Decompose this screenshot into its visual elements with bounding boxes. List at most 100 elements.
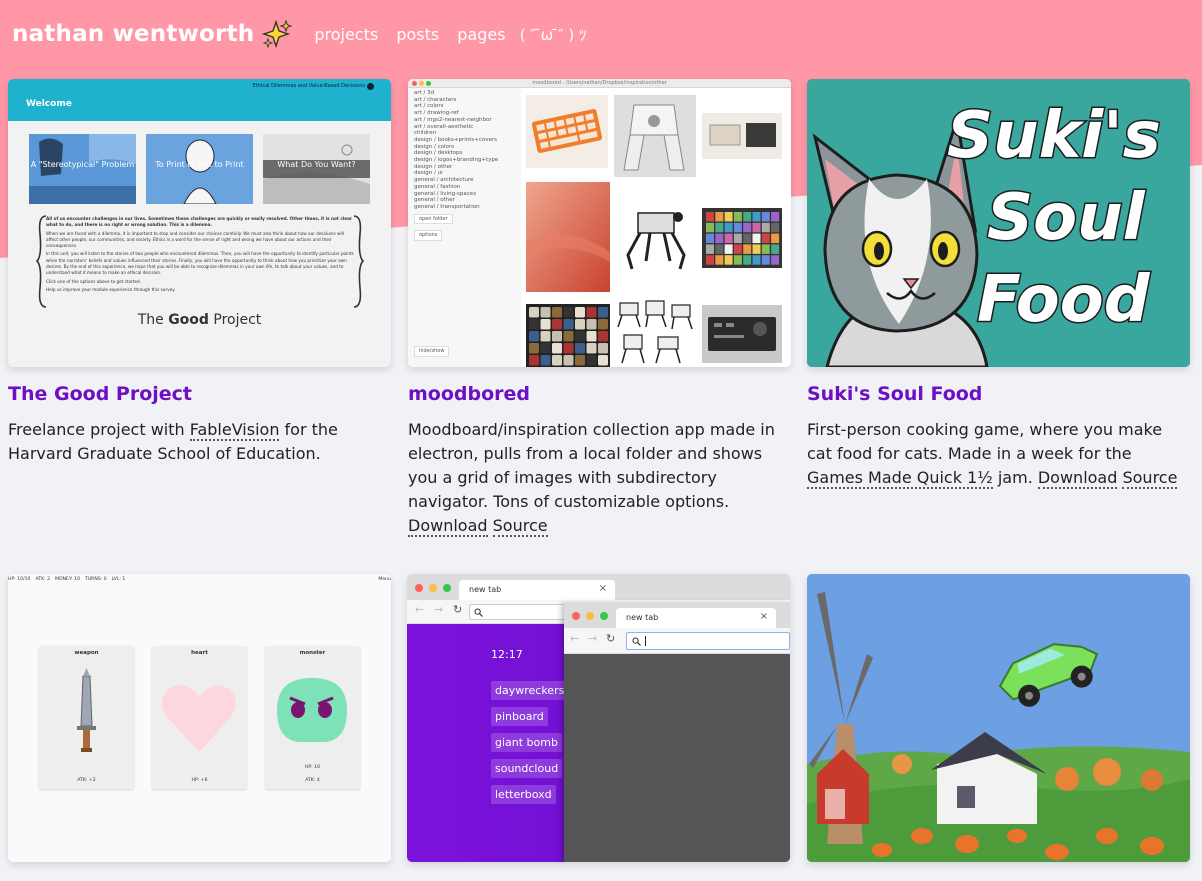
source-link[interactable]: Source [1122, 468, 1178, 489]
project-card-card-game: HP: 10/10 ATK: 2 MONEY: 10 TURNS: 0 LVL:… [8, 574, 391, 862]
nav-kaomoji[interactable]: ( ″ ̄ω ̄″ ) ﾂ [520, 26, 587, 44]
keycap [563, 355, 574, 366]
folder-item[interactable]: design / desktops [414, 150, 515, 157]
keycap [598, 343, 608, 354]
options-button[interactable]: options [414, 230, 443, 242]
jam-link[interactable]: Games Made Quick 1½ [807, 468, 993, 489]
nav-pages[interactable]: pages [457, 25, 505, 44]
project-thumbnail[interactable]: HP: 10/10 ATK: 2 MONEY: 10 TURNS: 0 LVL:… [8, 574, 391, 862]
keycap [540, 343, 551, 354]
project-title[interactable]: Suki's Soul Food [807, 383, 1190, 405]
folder-item[interactable]: general / transportation [414, 204, 515, 211]
back-arrow-icon[interactable]: ← [415, 603, 424, 616]
folder-item[interactable]: art / drawing-ref [414, 110, 515, 117]
swatch-tile [715, 255, 724, 265]
browser-tab[interactable]: new tab × [459, 580, 615, 600]
weapon-card[interactable]: weapon ATK: +2 [39, 646, 134, 789]
folder-sidebar: art / 3d art / characters art / colors art … [408, 88, 521, 367]
download-link[interactable]: Download [408, 516, 488, 537]
swatch-tile [715, 244, 724, 254]
folder-item[interactable]: art / colors [414, 103, 515, 110]
source-link[interactable]: Source [492, 516, 548, 537]
swatch-tile [724, 255, 733, 265]
keycap [598, 307, 608, 318]
swatch-tile [733, 212, 742, 222]
project-description: Freelance project with FableVision for t… [8, 420, 338, 463]
keycap [552, 331, 562, 342]
heart-card[interactable]: heart HP: +6 [152, 646, 247, 789]
project-thumbnail[interactable]: Suki's Soul Food [807, 79, 1190, 367]
folder-item[interactable]: general / fashion [414, 184, 515, 191]
reload-icon[interactable]: ↻ [453, 603, 462, 616]
thumb-intro-text: All of us encounter challenges in our li… [46, 216, 354, 292]
keycap [540, 331, 551, 342]
swatch-tile [743, 244, 752, 254]
folder-item[interactable]: art / mgs2-nearest-neighbor [414, 117, 515, 124]
swatch-tile [733, 244, 742, 254]
bookmark-link[interactable]: soundcloud [491, 759, 563, 778]
address-bar[interactable] [626, 632, 790, 650]
search-icon [474, 608, 483, 617]
nav-posts[interactable]: posts [396, 25, 439, 44]
bookmark-link[interactable]: daywreckers [491, 681, 569, 700]
swatch-tile [706, 233, 714, 244]
swatch-tile [733, 233, 742, 244]
folder-item[interactable]: design / books+prints+covers [414, 137, 515, 144]
keycap [540, 307, 551, 318]
keycap [598, 331, 608, 342]
project-card-good-project: Welcome Ethical Dilemmas and Value-Based… [8, 79, 391, 466]
close-dot-icon [415, 584, 423, 592]
swatch-tile [752, 255, 761, 265]
site-title[interactable]: nathan wentworth [12, 21, 254, 47]
folder-item[interactable]: design / logos+branding+type [414, 157, 515, 164]
keycap [563, 319, 574, 330]
reload-icon[interactable]: ↻ [606, 632, 615, 645]
folder-item[interactable]: general / architecture [414, 177, 515, 184]
folder-item[interactable]: design / colors [414, 144, 515, 151]
back-arrow-icon[interactable]: ← [570, 632, 579, 645]
thumb-corner-text: Ethical Dilemmas and Value-Based Decisio… [252, 83, 365, 89]
project-thumbnail[interactable]: Welcome Ethical Dilemmas and Value-Based… [8, 79, 391, 367]
keycap [563, 331, 574, 342]
tab-close-icon[interactable]: × [760, 611, 768, 622]
thumb-tile: To Print or Not to Print [146, 134, 253, 204]
game-menu-button[interactable]: Menu [378, 577, 391, 582]
swatch-tile [733, 255, 742, 265]
project-title[interactable]: The Good Project [8, 383, 391, 405]
folder-item[interactable]: children [414, 130, 515, 137]
monster-icon [277, 678, 347, 742]
folder-item[interactable]: art / 3d [414, 90, 515, 97]
keycap [529, 355, 539, 366]
bookmark-link[interactable]: giant bomb [491, 733, 562, 752]
tab-close-icon[interactable]: × [599, 583, 607, 594]
monster-card[interactable]: monster HP: 10 ATK: 4 [265, 646, 360, 789]
swatch-tile [752, 212, 761, 222]
open-folder-button[interactable]: open folder [414, 213, 453, 225]
keycap [575, 307, 585, 318]
project-card-sukis-soul-food: Suki's Soul Food Suki's Soul Food First-… [807, 79, 1190, 490]
bookmark-link[interactable]: letterboxd [491, 785, 556, 804]
grid-image-keycaps [526, 304, 610, 367]
fablevision-link[interactable]: FableVision [189, 420, 280, 441]
folder-item[interactable]: art / overall-aesthetic [414, 124, 515, 131]
forward-arrow-icon[interactable]: → [588, 632, 597, 645]
folder-item[interactable]: general / other [414, 197, 515, 204]
project-thumbnail[interactable]: moodbored - /Users/nathan/Dropbox/inspir… [408, 79, 791, 367]
project-thumbnail[interactable] [807, 574, 1190, 862]
keycap [575, 355, 585, 366]
keycap [575, 343, 585, 354]
project-title[interactable]: moodbored [408, 383, 791, 405]
project-thumbnail[interactable]: new tab × ← → ↻ 12:17 daywreckers pinboa… [407, 574, 790, 862]
browser-tab[interactable]: new tab × [616, 608, 776, 628]
folder-item[interactable]: design / ui [414, 170, 515, 177]
forward-arrow-icon[interactable]: → [434, 603, 443, 616]
folder-item[interactable]: design / other [414, 164, 515, 171]
hide-show-button[interactable]: hide/show [414, 346, 450, 357]
nav-projects[interactable]: projects [314, 25, 378, 44]
folder-item[interactable]: general / living-spaces [414, 191, 515, 198]
bookmark-link[interactable]: pinboard [491, 707, 548, 726]
minimize-dot-icon [586, 612, 594, 620]
download-link[interactable]: Download [1037, 468, 1118, 489]
keycap [552, 307, 562, 318]
folder-item[interactable]: art / characters [414, 97, 515, 104]
